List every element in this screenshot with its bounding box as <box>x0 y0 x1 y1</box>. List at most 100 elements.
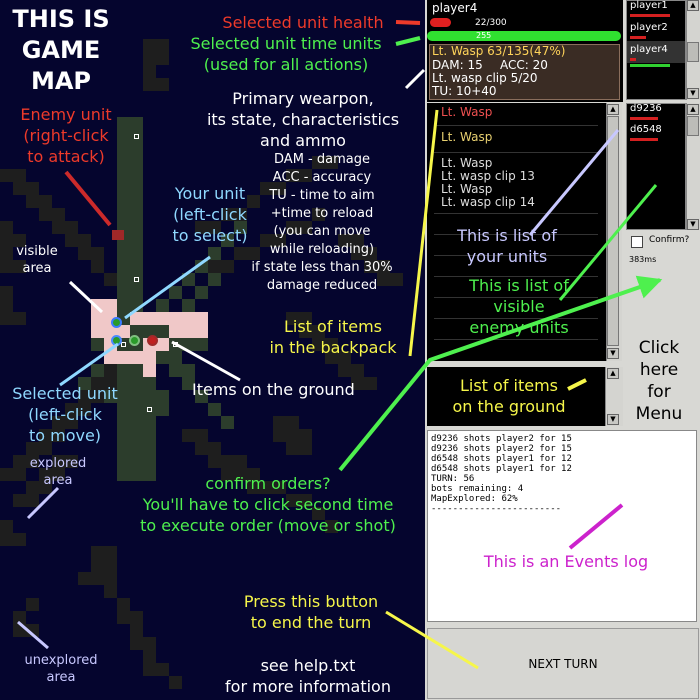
visible-tile[interactable] <box>130 221 143 234</box>
explored-tile[interactable] <box>143 78 156 91</box>
scroll-up-icon[interactable]: ▲ <box>607 104 619 115</box>
menu-annotation[interactable]: Click here for Menu <box>630 337 688 425</box>
friendly-unit[interactable] <box>129 335 140 346</box>
visible-tile[interactable] <box>130 247 143 260</box>
events-log[interactable]: d9236 shots player2 for 15 d9236 shots p… <box>427 430 697 622</box>
explored-tile[interactable] <box>13 611 26 624</box>
explored-tile[interactable] <box>286 442 299 455</box>
explored-tile[interactable] <box>91 546 104 559</box>
explored-tile[interactable] <box>52 208 65 221</box>
confirm-checkbox[interactable] <box>631 236 643 248</box>
visible-tile[interactable] <box>91 338 104 351</box>
visible-tile[interactable] <box>117 195 130 208</box>
explored-tile[interactable] <box>299 429 312 442</box>
explored-tile[interactable] <box>117 598 130 611</box>
explored-tile[interactable] <box>130 611 143 624</box>
visible-tile[interactable] <box>182 273 195 286</box>
explored-tile[interactable] <box>143 39 156 52</box>
visible-tile[interactable] <box>130 260 143 273</box>
highlighted-tile[interactable] <box>195 325 208 338</box>
highlighted-tile[interactable] <box>91 312 104 325</box>
explored-tile[interactable] <box>273 416 286 429</box>
explored-tile[interactable] <box>52 221 65 234</box>
explored-tile[interactable] <box>26 598 39 611</box>
backpack-scroll-thumb[interactable] <box>607 116 619 346</box>
explored-tile[interactable] <box>169 676 182 689</box>
explored-tile[interactable] <box>26 494 39 507</box>
visible-tile[interactable] <box>130 455 143 468</box>
explored-tile[interactable] <box>0 221 13 234</box>
explored-tile[interactable] <box>39 195 52 208</box>
visible-tile[interactable] <box>130 403 143 416</box>
explored-tile[interactable] <box>0 520 13 533</box>
visible-tile[interactable] <box>169 286 182 299</box>
explored-tile[interactable] <box>91 559 104 572</box>
explored-tile[interactable] <box>91 260 104 273</box>
explored-tile[interactable] <box>273 429 286 442</box>
visible-tile[interactable] <box>130 390 143 403</box>
enemy-name[interactable]: d9236 <box>630 103 662 114</box>
explored-tile[interactable] <box>130 637 143 650</box>
explored-tile[interactable] <box>65 234 78 247</box>
visible-tile[interactable] <box>130 208 143 221</box>
enemy-name[interactable]: d6548 <box>630 124 662 135</box>
explored-tile[interactable] <box>299 442 312 455</box>
visible-tile[interactable] <box>221 416 234 429</box>
explored-tile[interactable] <box>130 624 143 637</box>
highlighted-tile[interactable] <box>143 351 156 364</box>
ground-item-marker[interactable] <box>121 342 126 347</box>
explored-tile[interactable] <box>0 286 13 299</box>
visible-tile[interactable] <box>182 338 195 351</box>
explored-tile[interactable] <box>156 39 169 52</box>
visible-tile[interactable] <box>130 234 143 247</box>
explored-tile[interactable] <box>286 429 299 442</box>
scroll-up-icon[interactable]: ▲ <box>687 0 699 11</box>
visible-tile[interactable] <box>156 390 169 403</box>
explored-tile[interactable] <box>26 182 39 195</box>
visible-tile[interactable] <box>143 390 156 403</box>
explored-tile[interactable] <box>91 572 104 585</box>
backpack-item[interactable]: Lt. Wasp <box>441 131 492 144</box>
visible-tile[interactable] <box>130 195 143 208</box>
scroll-down-icon[interactable]: ▼ <box>607 414 619 425</box>
enemies-list-scroll-thumb[interactable] <box>687 116 699 136</box>
explored-tile[interactable] <box>104 585 117 598</box>
unit-name[interactable]: player1 <box>630 0 668 11</box>
explored-tile[interactable] <box>13 533 26 546</box>
explored-tile[interactable] <box>208 260 221 273</box>
visible-tile[interactable] <box>117 299 130 312</box>
scroll-down-icon[interactable]: ▼ <box>687 219 699 230</box>
visible-tile[interactable] <box>169 364 182 377</box>
explored-tile[interactable] <box>286 416 299 429</box>
visible-tile[interactable] <box>117 247 130 260</box>
visible-tile[interactable] <box>130 143 143 156</box>
explored-tile[interactable] <box>104 546 117 559</box>
highlighted-tile[interactable] <box>91 299 104 312</box>
explored-tile[interactable] <box>13 624 26 637</box>
visible-tile[interactable] <box>117 273 130 286</box>
explored-tile[interactable] <box>13 312 26 325</box>
highlighted-tile[interactable] <box>130 351 143 364</box>
visible-tile[interactable] <box>130 286 143 299</box>
visible-tile[interactable] <box>130 364 143 377</box>
ground-item-marker[interactable] <box>134 134 139 139</box>
backpack-item[interactable]: Lt. wasp clip 14 <box>441 196 535 209</box>
visible-tile[interactable] <box>182 299 195 312</box>
explored-tile[interactable] <box>26 195 39 208</box>
visible-tile[interactable] <box>130 117 143 130</box>
explored-tile[interactable] <box>117 611 130 624</box>
friendly-unit[interactable] <box>111 317 122 328</box>
explored-tile[interactable] <box>13 182 26 195</box>
explored-tile[interactable] <box>234 455 247 468</box>
unit-name[interactable]: player2 <box>630 22 668 33</box>
explored-tile[interactable] <box>156 78 169 91</box>
highlighted-tile[interactable] <box>195 312 208 325</box>
enemy-unit[interactable] <box>147 335 158 346</box>
explored-tile[interactable] <box>0 169 13 182</box>
explored-tile[interactable] <box>13 494 26 507</box>
visible-tile[interactable] <box>130 416 143 429</box>
visible-tile[interactable] <box>195 260 208 273</box>
explored-tile[interactable] <box>104 572 117 585</box>
visible-tile[interactable] <box>143 416 156 429</box>
visible-tile[interactable] <box>130 377 143 390</box>
